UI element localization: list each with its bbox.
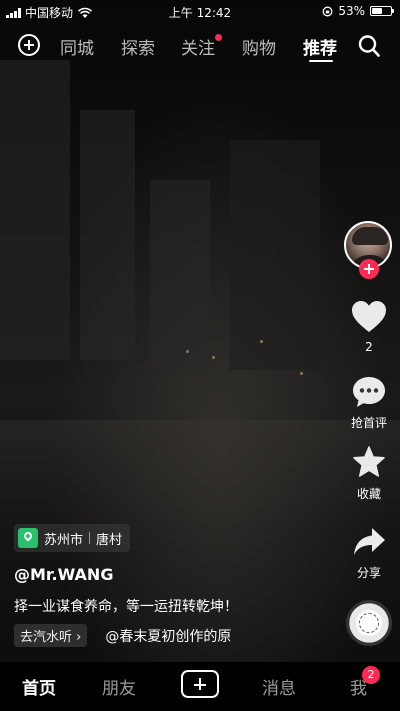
favorite-label: 收藏 [356,487,381,501]
tab-same-city[interactable]: 同城 [60,34,94,59]
create-button[interactable] [181,670,219,698]
tab-shopping[interactable]: 购物 [242,34,276,59]
creator-avatar[interactable] [344,221,394,281]
like-button[interactable]: 2 [340,300,398,354]
bottom-nav: 首页 朋友 消息 我 2 [0,662,400,711]
video-description: 择一业谋食养命，等一运扭转乾坤！ [14,599,238,615]
search-icon[interactable] [358,34,380,58]
location-separator [89,532,91,544]
add-circle-icon[interactable] [18,34,40,56]
chevron-right-icon: › [76,630,82,645]
music-disc-icon[interactable] [346,600,392,646]
music-app-label: 去汽水听 [20,630,73,645]
status-bar: 中国移动 上午 12:42 53% [0,0,400,22]
music-title[interactable]: @春末夏初创作的原 [105,626,231,646]
creator-username[interactable]: @Mr.WANG [14,565,113,584]
like-count: 2 [365,340,373,354]
notification-dot [215,34,222,41]
star-icon [353,446,385,477]
battery-percent: 53% [338,4,365,18]
share-arrow-icon [354,528,385,555]
music-row: 去汽水听 › @春末夏初创作的原 [14,624,231,647]
nav-home[interactable]: 首页 [22,674,56,699]
music-app-button[interactable]: 去汽水听 › [14,624,88,647]
active-tab-indicator [309,60,333,62]
location-city: 苏州市 [44,532,84,548]
battery-icon [370,6,394,16]
location-tag[interactable]: 苏州市 唐村 [14,524,131,552]
tab-following[interactable]: 关注 [181,34,222,59]
rotation-lock-icon [322,6,333,16]
comment-button[interactable]: 抢首评 [340,376,398,431]
location-pin-icon [18,528,38,548]
comment-icon [353,377,385,407]
me-badge: 2 [362,666,380,684]
nav-messages[interactable]: 消息 [262,674,296,699]
tab-following-label: 关注 [181,39,215,59]
favorite-button[interactable]: 收藏 [340,446,398,502]
comment-label: 抢首评 [350,416,387,430]
follow-plus-icon[interactable] [359,259,379,279]
tab-explore[interactable]: 探索 [121,34,155,59]
top-nav: 同城 探索 关注 购物 推荐 [0,30,400,62]
heart-icon [352,301,386,332]
share-button[interactable]: 分享 [340,526,398,581]
tab-recommended[interactable]: 推荐 [303,34,337,59]
share-label: 分享 [356,566,381,580]
location-place: 唐村 [96,532,123,548]
nav-friends[interactable]: 朋友 [102,674,136,699]
